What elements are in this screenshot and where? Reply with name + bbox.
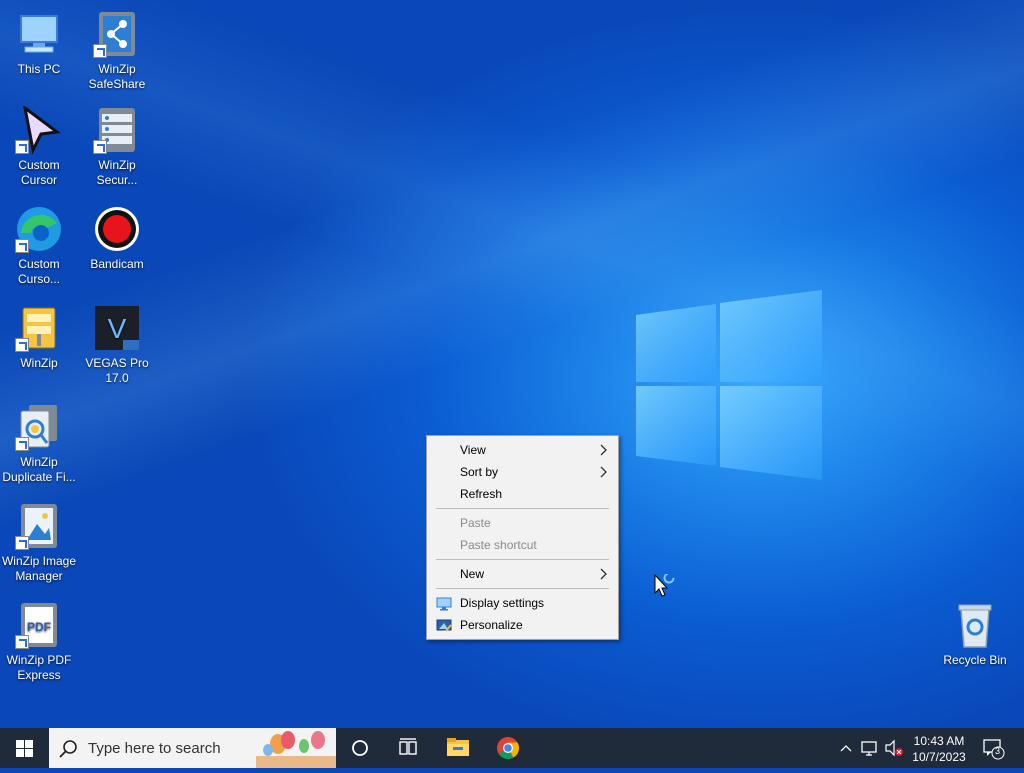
notification-count-badge: 3: [995, 746, 1001, 756]
winzip-safeshare-icon: [93, 10, 141, 58]
network-ethernet-icon: [861, 741, 877, 756]
desktop-icon-label: This PC: [17, 62, 61, 76]
vegas-pro-icon: V: [93, 304, 141, 352]
desktop-icon-label: Bandicam: [90, 257, 144, 271]
shortcut-arrow-icon: [15, 338, 29, 352]
search-highlight-balloons-icon: [256, 731, 336, 768]
menu-item-new[interactable]: New: [427, 563, 618, 585]
winzip-image-manager-icon: [15, 502, 63, 550]
desktop-icon-label: WinZip SafeShare: [88, 62, 146, 91]
desktop-icon-winzip-safeshare[interactable]: WinZip SafeShare: [78, 10, 156, 92]
desktop-context-menu: View Sort by Refresh Paste Paste shortcu…: [426, 435, 619, 640]
clock-time: 10:43 AM: [913, 734, 965, 748]
personalize-icon: [436, 618, 452, 632]
notification-icon: [983, 739, 1005, 760]
menu-item-label: Refresh: [460, 487, 503, 501]
bandicam-record-icon: [93, 205, 141, 253]
taskbar: Type here to search 10:43 AM 10/7/2023 3: [0, 728, 1024, 768]
menu-item-label: Display settings: [460, 596, 545, 610]
clock-date: 10/7/2023: [912, 750, 966, 764]
menu-item-label: View: [460, 443, 486, 457]
shortcut-arrow-icon: [15, 536, 29, 550]
menu-item-view[interactable]: View: [427, 439, 618, 461]
start-button[interactable]: [0, 728, 48, 768]
desktop-icon-label: WinZip: [20, 356, 58, 370]
menu-item-label: Paste shortcut: [460, 538, 537, 552]
menu-item-display-settings[interactable]: Display settings: [427, 592, 618, 614]
menu-item-label: New: [460, 567, 485, 581]
volume-tray-icon[interactable]: [882, 728, 906, 768]
desktop-icon-custom-cursor[interactable]: Custom Cursor: [0, 104, 78, 188]
mouse-cursor-busy-icon: [654, 572, 678, 603]
network-tray-icon[interactable]: [858, 728, 882, 768]
desktop-icon-winzip-secure[interactable]: WinZip Secur...: [78, 106, 156, 188]
desktop-icon-label: Custom Curso...: [17, 257, 60, 286]
pdf-icon: PDF: [15, 601, 63, 649]
taskbar-search-box[interactable]: Type here to search: [49, 728, 336, 768]
desktop-icon-label: VEGAS Pro 17.0: [85, 356, 149, 385]
desktop-icon-label: WinZip Image Manager: [1, 554, 77, 583]
winzip-icon: [15, 304, 63, 352]
taskbar-clock[interactable]: 10:43 AM 10/7/2023: [906, 733, 972, 765]
desktop-icon-bandicam[interactable]: Bandicam: [78, 205, 156, 272]
winzip-secure-icon: [93, 106, 141, 154]
menu-item-sort-by[interactable]: Sort by: [427, 461, 618, 483]
desktop-icon-label: WinZip Duplicate Fi...: [2, 455, 76, 484]
cortana-button[interactable]: [336, 728, 384, 768]
volume-muted-icon: [885, 739, 903, 757]
task-view-button[interactable]: [384, 728, 432, 768]
desktop-icon-label: Custom Cursor: [18, 158, 60, 187]
desktop-icon-label: WinZip PDF Express: [6, 653, 72, 682]
desktop-icon-winzip-image-manager[interactable]: WinZip Image Manager: [0, 502, 78, 584]
menu-separator: [436, 588, 609, 589]
menu-item-paste[interactable]: Paste: [427, 512, 618, 534]
cursor-arrow-icon: [15, 104, 63, 155]
search-icon: [59, 739, 79, 764]
desktop-icon-winzip-pdf-express[interactable]: PDF WinZip PDF Express: [0, 601, 78, 683]
shortcut-arrow-icon: [15, 140, 29, 154]
taskbar-chrome[interactable]: [484, 728, 532, 768]
menu-separator: [436, 508, 609, 509]
display-settings-icon: [436, 596, 452, 611]
computer-icon: [15, 10, 63, 58]
shortcut-arrow-icon: [93, 140, 107, 154]
winzip-duplicate-icon: [15, 403, 63, 451]
desktop-icon-winzip[interactable]: WinZip: [0, 304, 78, 371]
cortana-circle-icon: [352, 740, 368, 756]
task-view-icon: [399, 738, 417, 755]
menu-item-label: Paste: [460, 516, 491, 530]
desktop-icon-vegas-pro[interactable]: V VEGAS Pro 17.0: [78, 304, 156, 386]
menu-item-refresh[interactable]: Refresh: [427, 483, 618, 505]
show-hidden-icons-button[interactable]: [836, 728, 856, 768]
svg-text:PDF: PDF: [27, 620, 51, 634]
menu-separator: [436, 559, 609, 560]
menu-item-personalize[interactable]: Personalize: [427, 614, 618, 636]
desktop-icon-winzip-duplicate[interactable]: WinZip Duplicate Fi...: [0, 403, 78, 485]
shortcut-arrow-icon: [15, 635, 29, 649]
menu-item-label: Sort by: [460, 465, 499, 479]
action-center-button[interactable]: 3: [982, 738, 1006, 765]
taskbar-file-explorer[interactable]: [434, 728, 482, 768]
menu-item-paste-shortcut[interactable]: Paste shortcut: [427, 534, 618, 556]
desktop-icon-label: Recycle Bin: [943, 653, 1007, 667]
menu-item-label: Personalize: [460, 618, 523, 632]
desktop-icon-this-pc[interactable]: This PC: [0, 10, 78, 77]
desktop-icon-custom-cursor-edge[interactable]: Custom Curso...: [0, 205, 78, 287]
folder-icon: [447, 738, 469, 756]
recycle-bin-icon: [951, 601, 999, 649]
shortcut-arrow-icon: [93, 44, 107, 58]
edge-icon: [15, 205, 63, 253]
chevron-up-icon: [840, 745, 852, 752]
svg-text:V: V: [108, 313, 127, 344]
shortcut-arrow-icon: [15, 437, 29, 451]
search-placeholder: Type here to search: [88, 740, 221, 757]
shortcut-arrow-icon: [15, 239, 29, 253]
windows-logo-wallpaper: [636, 290, 822, 480]
desktop-icon-recycle-bin[interactable]: Recycle Bin: [936, 601, 1014, 668]
desktop-icon-label: WinZip Secur...: [96, 158, 138, 187]
windows-start-icon: [16, 740, 33, 757]
chrome-icon: [497, 737, 519, 759]
